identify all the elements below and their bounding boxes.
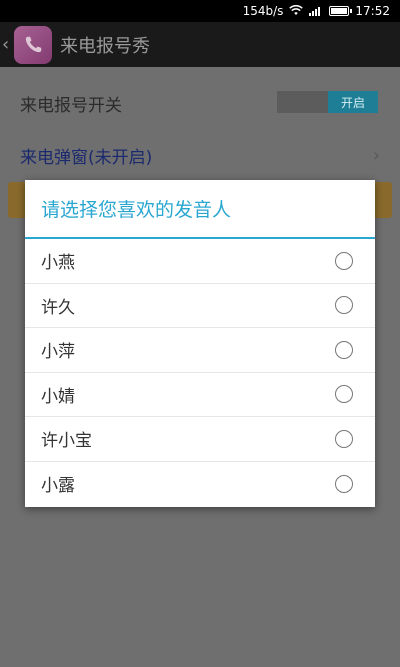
- voice-select-dialog: 请选择您喜欢的发音人 小燕 许久 小萍 小婧 许小宝 小露: [25, 180, 375, 507]
- voice-option-label: 许小宝: [41, 431, 92, 452]
- voice-option-label: 小婧: [41, 386, 75, 407]
- status-bar: 154b/s 17:52: [0, 0, 400, 22]
- radio-button[interactable]: [335, 296, 353, 315]
- dialog-title: 请选择您喜欢的发音人: [25, 180, 375, 239]
- voice-option[interactable]: 许小宝: [25, 417, 375, 462]
- switch-label: 来电报号开关: [20, 95, 122, 116]
- voice-option-label: 小燕: [41, 253, 75, 274]
- call-announce-toggle[interactable]: 开启: [277, 91, 378, 113]
- chevron-left-icon[interactable]: ‹: [2, 34, 12, 55]
- voice-option[interactable]: 小露: [25, 462, 375, 507]
- radio-button[interactable]: [335, 340, 353, 359]
- radio-button[interactable]: [335, 385, 353, 404]
- voice-options-list: 小燕 许久 小萍 小婧 许小宝 小露: [25, 239, 375, 506]
- radio-button[interactable]: [335, 429, 353, 448]
- chevron-right-icon: ›: [372, 144, 380, 166]
- toggle-on-label: 开启: [328, 91, 378, 113]
- settings-item-popup[interactable]: 来电弹窗(未开启) ›: [0, 133, 400, 177]
- battery-icon: [329, 6, 353, 16]
- popup-label: 来电弹窗(未开启): [20, 147, 153, 168]
- page-title: 来电报号秀: [60, 35, 150, 57]
- voice-option-label: 小露: [41, 476, 75, 497]
- radio-button[interactable]: [335, 474, 353, 493]
- voice-option[interactable]: 小婧: [25, 373, 375, 417]
- radio-button[interactable]: [335, 251, 353, 270]
- network-speed: 154b/s: [242, 4, 284, 18]
- voice-option[interactable]: 许久: [25, 284, 375, 328]
- voice-option-label: 许久: [41, 297, 75, 318]
- signal-icon: [309, 5, 323, 18]
- status-time: 17:52: [355, 4, 390, 18]
- voice-option[interactable]: 小萍: [25, 328, 375, 373]
- voice-option-label: 小萍: [41, 342, 75, 363]
- wifi-icon: [289, 4, 304, 18]
- action-bar: ‹ 来电报号秀: [0, 22, 400, 67]
- voice-option[interactable]: 小燕: [25, 239, 375, 284]
- phone-icon[interactable]: [14, 25, 52, 64]
